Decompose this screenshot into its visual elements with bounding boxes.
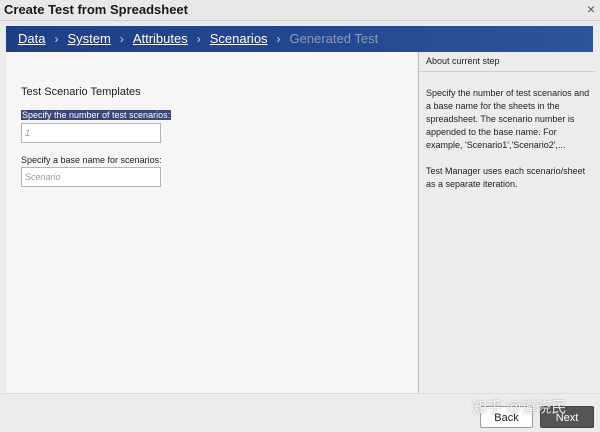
breadcrumb-system[interactable]: System: [67, 31, 110, 46]
next-button[interactable]: Next: [540, 406, 594, 428]
section-title: Test Scenario Templates: [21, 86, 141, 98]
main-form-panel: Test Scenario Templates Specify the numb…: [6, 52, 417, 393]
breadcrumb-generated-test: Generated Test: [289, 31, 379, 46]
breadcrumb-separator: ›: [119, 32, 124, 46]
help-panel-text: Specify the number of test scenarios and…: [426, 87, 594, 204]
close-icon[interactable]: ×: [587, 0, 595, 18]
breadcrumb-separator: ›: [276, 32, 281, 46]
breadcrumb-data[interactable]: Data: [18, 31, 45, 46]
help-panel-title: About current step: [426, 56, 500, 66]
scenario-count-input[interactable]: 1: [21, 123, 161, 143]
back-button[interactable]: Back: [480, 406, 533, 428]
help-panel: About current step Specify the number of…: [418, 52, 595, 393]
scenario-basename-label: Specify a base name for scenarios:: [21, 155, 162, 165]
breadcrumb-attributes[interactable]: Attributes: [133, 31, 188, 46]
help-panel-header: About current step: [419, 52, 595, 72]
scenario-count-label: Specify the number of test scenarios:: [21, 110, 172, 120]
help-paragraph: Test Manager uses each scenario/sheet as…: [426, 166, 586, 189]
breadcrumb-scenarios[interactable]: Scenarios: [210, 31, 268, 46]
breadcrumb: Data › System › Attributes › Scenarios › Generat…: [6, 26, 593, 52]
breadcrumb-separator: ›: [196, 32, 201, 46]
footer-divider: [0, 393, 600, 394]
window-title: Create Test from Spreadsheet: [4, 2, 188, 17]
scenario-basename-input[interactable]: Scenario: [21, 167, 161, 187]
window-titlebar: Create Test from Spreadsheet ×: [0, 0, 600, 21]
help-paragraph: Specify the number of test scenarios and…: [426, 88, 590, 150]
breadcrumb-separator: ›: [54, 32, 59, 46]
